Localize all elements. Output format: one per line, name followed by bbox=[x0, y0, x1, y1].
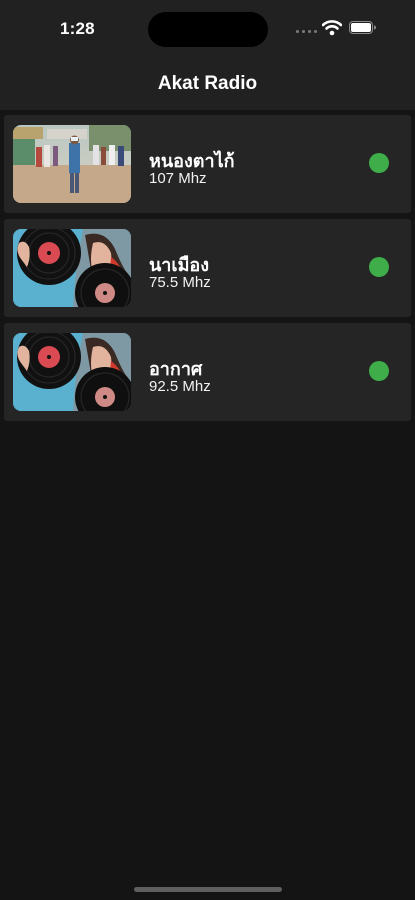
station-frequency: 75.5 Mhz bbox=[149, 274, 211, 291]
wifi-icon bbox=[322, 20, 342, 36]
top-bar: 1:28 Akat Radio bbox=[0, 0, 415, 110]
station-row[interactable]: อากาศ 92.5 Mhz bbox=[4, 323, 411, 421]
online-status-indicator bbox=[369, 153, 389, 173]
home-indicator[interactable] bbox=[134, 887, 282, 892]
station-frequency: 92.5 Mhz bbox=[149, 378, 211, 395]
dynamic-island bbox=[148, 12, 268, 47]
cellular-signal-icon bbox=[296, 30, 318, 33]
status-time: 1:28 bbox=[60, 19, 95, 38]
page-title: Akat Radio bbox=[157, 73, 258, 94]
station-row[interactable]: นาเมือง 75.5 Mhz bbox=[4, 219, 411, 317]
station-row[interactable]: หนองตาไก้ 107 Mhz bbox=[4, 115, 411, 213]
online-status-indicator bbox=[369, 257, 389, 277]
station-frequency: 107 Mhz bbox=[149, 170, 207, 187]
station-list: หนองตาไก้ 107 Mhz นาเมือง 75.5 Mhz อากาศ… bbox=[4, 115, 411, 427]
station-thumbnail bbox=[13, 333, 131, 411]
app-screen: 1:28 Akat Radio หนองตาไก้ 107 Mhz นาเมือ… bbox=[0, 0, 415, 900]
station-thumbnail bbox=[13, 125, 131, 203]
battery-icon bbox=[349, 21, 376, 34]
online-status-indicator bbox=[369, 361, 389, 381]
station-thumbnail bbox=[13, 229, 131, 307]
